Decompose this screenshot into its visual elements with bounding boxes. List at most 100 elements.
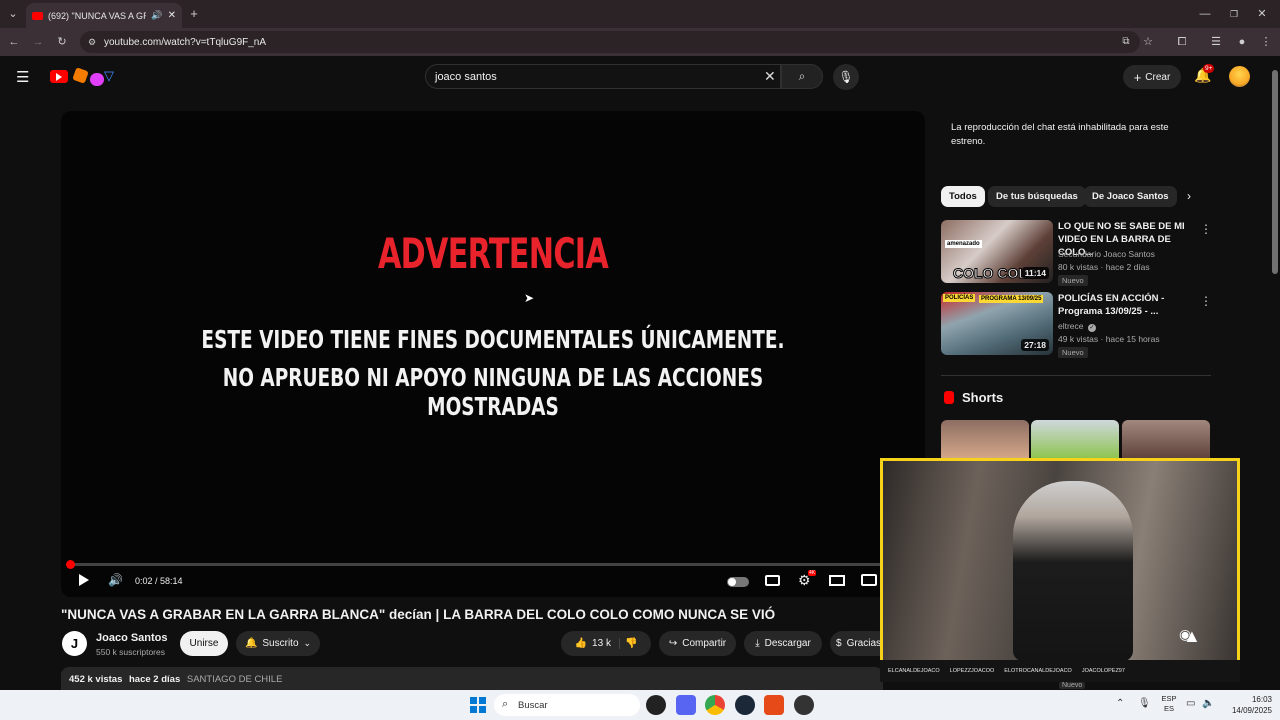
download-button[interactable]: ⤓ Descargar: [744, 631, 822, 656]
steam-icon[interactable]: [735, 695, 755, 715]
more-options-icon[interactable]: ⋮: [1200, 222, 1212, 236]
speaker-icon[interactable]: 🔈: [1202, 698, 1214, 709]
like-dislike-group: 👍 13 k 👎: [561, 631, 651, 656]
site-info-icon[interactable]: ⚙: [84, 34, 100, 50]
like-count: 13 k: [592, 638, 611, 649]
tab-search-icon[interactable]: ⌄: [5, 6, 21, 22]
volume-icon[interactable]: 🔊: [108, 573, 123, 587]
discord-icon[interactable]: [676, 695, 696, 715]
restore-icon[interactable]: ❐: [1226, 6, 1242, 22]
join-button[interactable]: Unirse: [180, 631, 228, 656]
window-close-icon[interactable]: ✕: [1254, 6, 1270, 22]
chrome-icon[interactable]: [705, 695, 725, 715]
chip-all[interactable]: Todos: [941, 186, 985, 207]
chip-from-channel[interactable]: De Joaco Santos: [1084, 186, 1177, 207]
create-button[interactable]: + Crear: [1123, 65, 1181, 89]
quality-badge: 4K: [808, 570, 817, 576]
recommendation-meta: 49 k vistas · hace 15 horas: [1058, 334, 1160, 344]
short-thumbnail[interactable]: [1031, 420, 1119, 460]
download-icon: ⤓: [755, 638, 760, 649]
input-language[interactable]: ESP ES: [1158, 694, 1180, 714]
subscribed-button[interactable]: 🔔 Suscrito ⌄: [236, 631, 320, 656]
app-icon-active[interactable]: [764, 695, 784, 715]
time-display: 0:02 / 58:14: [135, 576, 183, 586]
social-handle: JOACOLOPEZ97: [1081, 668, 1125, 674]
recommendation-thumbnail[interactable]: amenazado COLO COLO 11:14: [941, 220, 1053, 283]
divider: [941, 375, 1211, 376]
account-avatar[interactable]: [1229, 66, 1250, 87]
app-icon-steamvr[interactable]: [646, 695, 666, 715]
profile-icon[interactable]: ●: [1234, 34, 1250, 50]
chip-from-searches[interactable]: De tus búsquedas: [988, 186, 1086, 207]
network-icon[interactable]: ▭: [1186, 698, 1195, 709]
recommendation-item[interactable]: amenazado COLO COLO 11:14 LO QUE NO SE S…: [941, 220, 1212, 286]
more-options-icon[interactable]: ⋮: [1200, 294, 1212, 308]
upload-age: hace 2 días: [129, 674, 181, 685]
recommendation-channel[interactable]: Secundario Joaco Santos: [1058, 249, 1155, 259]
webcam-social-bar: ELCANALDEJOACO LOPEZZJOACOO ELOTROCANALD…: [880, 660, 1240, 682]
video-title: "NUNCA VAS A GRABAR EN LA GARRA BLANCA" …: [61, 607, 776, 622]
taskbar-search[interactable]: ⌕ Buscar: [494, 694, 640, 716]
bookmark-star-icon[interactable]: ☆: [1140, 34, 1156, 50]
streamer-figure: [1013, 481, 1133, 661]
bell-icon: 🔔: [244, 638, 258, 649]
channel-avatar[interactable]: J: [62, 631, 87, 656]
channel-name[interactable]: Joaco Santos: [96, 632, 168, 644]
reload-icon[interactable]: ↻: [54, 34, 70, 50]
progress-bar[interactable]: [65, 560, 917, 569]
clear-search-icon[interactable]: ✕: [764, 68, 776, 85]
short-thumbnail[interactable]: [1122, 420, 1210, 460]
autoplay-toggle[interactable]: [727, 577, 749, 587]
recommendation-channel[interactable]: eltrece ✓: [1058, 321, 1096, 332]
share-button[interactable]: ↪ Compartir: [659, 631, 736, 656]
extensions-icon[interactable]: ⧠: [1174, 34, 1190, 50]
recommendation-item[interactable]: POLICÍAS PROGRAMA 13/09/25 27:18 POLICÍA…: [941, 292, 1212, 358]
short-thumbnail[interactable]: [941, 420, 1029, 460]
notifications-button[interactable]: 🔔 9+: [1194, 64, 1215, 85]
forward-icon[interactable]: →: [30, 34, 46, 50]
install-app-icon[interactable]: ⧉: [1118, 34, 1134, 50]
channel-label: eltrece: [1058, 321, 1084, 331]
cast-icon[interactable]: [861, 574, 877, 586]
tab-close-icon[interactable]: ✕: [168, 10, 176, 21]
search-button[interactable]: ⌕: [781, 64, 823, 89]
like-button[interactable]: 👍 13 k: [575, 638, 620, 649]
warning-title: ADVERTENCIA: [377, 229, 609, 278]
youtube-logo[interactable]: ▽: [50, 67, 118, 88]
address-bar[interactable]: ⚙ youtube.com/watch?v=tTqluG9F_nA: [80, 31, 1140, 53]
reading-list-icon[interactable]: ☰: [1208, 34, 1224, 50]
windows-start-icon[interactable]: [470, 697, 486, 713]
browser-tab[interactable]: (692) "NUNCA VAS A GRAB 🔊 ✕: [26, 3, 182, 28]
thumb-sticker: amenazado: [945, 240, 982, 248]
back-icon[interactable]: ←: [6, 34, 22, 50]
search-input[interactable]: joaco santos ✕: [425, 64, 781, 89]
scrollbar-thumb[interactable]: [1272, 70, 1278, 274]
play-icon[interactable]: [79, 574, 89, 586]
hamburger-menu-icon[interactable]: ☰: [16, 68, 29, 86]
minimize-icon[interactable]: —: [1197, 6, 1213, 22]
theater-mode-icon[interactable]: [829, 575, 845, 586]
browser-menu-icon[interactable]: ⋮: [1258, 34, 1274, 50]
location-tag[interactable]: SANTIAGO DE CHILE: [187, 674, 283, 685]
taskbar-clock[interactable]: 16:03 14/09/2025: [1222, 694, 1272, 716]
tray-chevron-up-icon[interactable]: ⌃: [1116, 698, 1124, 709]
microphone-icon: 🎙: [838, 70, 854, 84]
tab-audio-icon[interactable]: 🔊: [151, 10, 162, 21]
warning-line-2: NO APRUEBO NI APOYO NINGUNA DE LAS ACCIO…: [222, 363, 764, 421]
description-box[interactable]: 452 k vistas hace 2 días SANTIAGO DE CHI…: [61, 667, 883, 691]
social-handle: ELOTROCANALDEJOACO: [1004, 668, 1072, 674]
voice-search-button[interactable]: 🎙: [833, 64, 859, 90]
thanks-label: Gracias: [846, 638, 882, 649]
app-icon-obs[interactable]: [794, 695, 814, 715]
recommendation-thumbnail[interactable]: POLICÍAS PROGRAMA 13/09/25 27:18: [941, 292, 1053, 355]
video-player[interactable]: ADVERTENCIA ESTE VIDEO TIENE FINES DOCUM…: [61, 111, 925, 597]
chevron-right-icon[interactable]: ›: [1187, 189, 1191, 203]
subtitles-icon[interactable]: [765, 575, 780, 586]
page-scrollbar[interactable]: [1270, 56, 1280, 690]
dislike-button[interactable]: 👎: [625, 638, 637, 649]
new-tab-icon[interactable]: +: [186, 6, 202, 22]
scrubber-handle[interactable]: [65, 560, 75, 569]
recommendation-title[interactable]: POLICÍAS EN ACCIÓN - Programa 13/09/25 -…: [1058, 292, 1198, 318]
chevron-down-icon: ⌄: [303, 638, 312, 648]
microphone-icon[interactable]: 🎙: [1138, 698, 1151, 709]
